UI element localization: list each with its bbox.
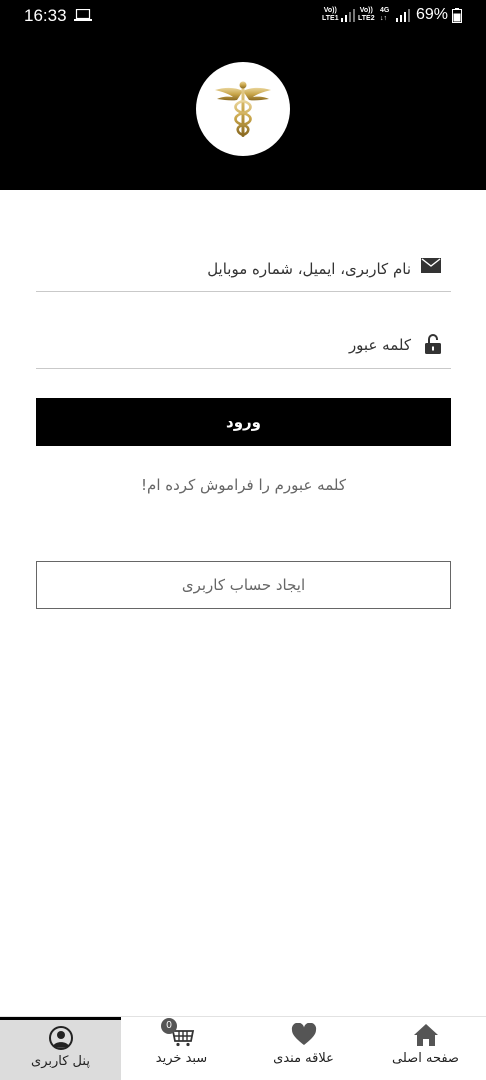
signal-icon [341,9,355,22]
cart-count-badge: 0 [161,1018,177,1034]
username-placeholder: نام کاربری، ایمیل، شماره موبایل [207,260,411,278]
password-placeholder: کلمه عبور [348,336,411,354]
signal-icon-2 [396,9,410,22]
status-bar: 16:33 Vo)) LTE1 Vo)) LTE2 4G ↓↑ 69% [0,0,486,32]
app-logo [196,62,290,156]
sim2-indicator: Vo)) LTE2 [358,7,375,22]
login-button[interactable]: ورود [36,398,451,446]
lock-icon [425,334,441,354]
caduceus-icon [215,81,271,137]
battery-percent: 69% [416,6,449,23]
heart-icon [291,1023,316,1045]
app-header [0,32,486,190]
forgot-password-link[interactable]: کلمه عبورم را فراموش کرده ام! [36,476,451,494]
user-icon [48,1026,73,1050]
login-screen: 16:33 Vo)) LTE1 Vo)) LTE2 4G ↓↑ 69% نام … [0,0,486,1080]
sim1-indicator: Vo)) LTE1 [322,7,339,22]
password-field[interactable]: کلمه عبور [36,326,451,369]
nav-user-panel[interactable]: پنل کاربری [0,1017,121,1080]
nav-cart[interactable]: سبد خرید [121,1017,242,1080]
nav-favorites[interactable]: علاقه مندی [243,1017,364,1080]
nav-home[interactable]: صفحه اصلی [365,1017,486,1080]
battery-icon [452,8,462,23]
network-indicator: 4G ↓↑ [380,7,390,22]
bottom-navigation: پنل کاربری سبد خرید علاقه مندی صفحه اصلی [0,1016,486,1080]
home-icon [413,1024,438,1046]
nav-cart-label: سبد خرید [155,1051,208,1066]
nav-home-label: صفحه اصلی [392,1051,459,1066]
create-account-button[interactable]: ایجاد حساب کاربری [36,561,451,609]
envelope-icon [421,258,441,273]
nav-user-panel-label: پنل کاربری [31,1054,90,1069]
nav-favorites-label: علاقه مندی [273,1051,334,1066]
laptop-icon [74,9,92,21]
status-time: 16:33 [24,6,67,25]
username-field[interactable]: نام کاربری، ایمیل، شماره موبایل [36,250,451,292]
